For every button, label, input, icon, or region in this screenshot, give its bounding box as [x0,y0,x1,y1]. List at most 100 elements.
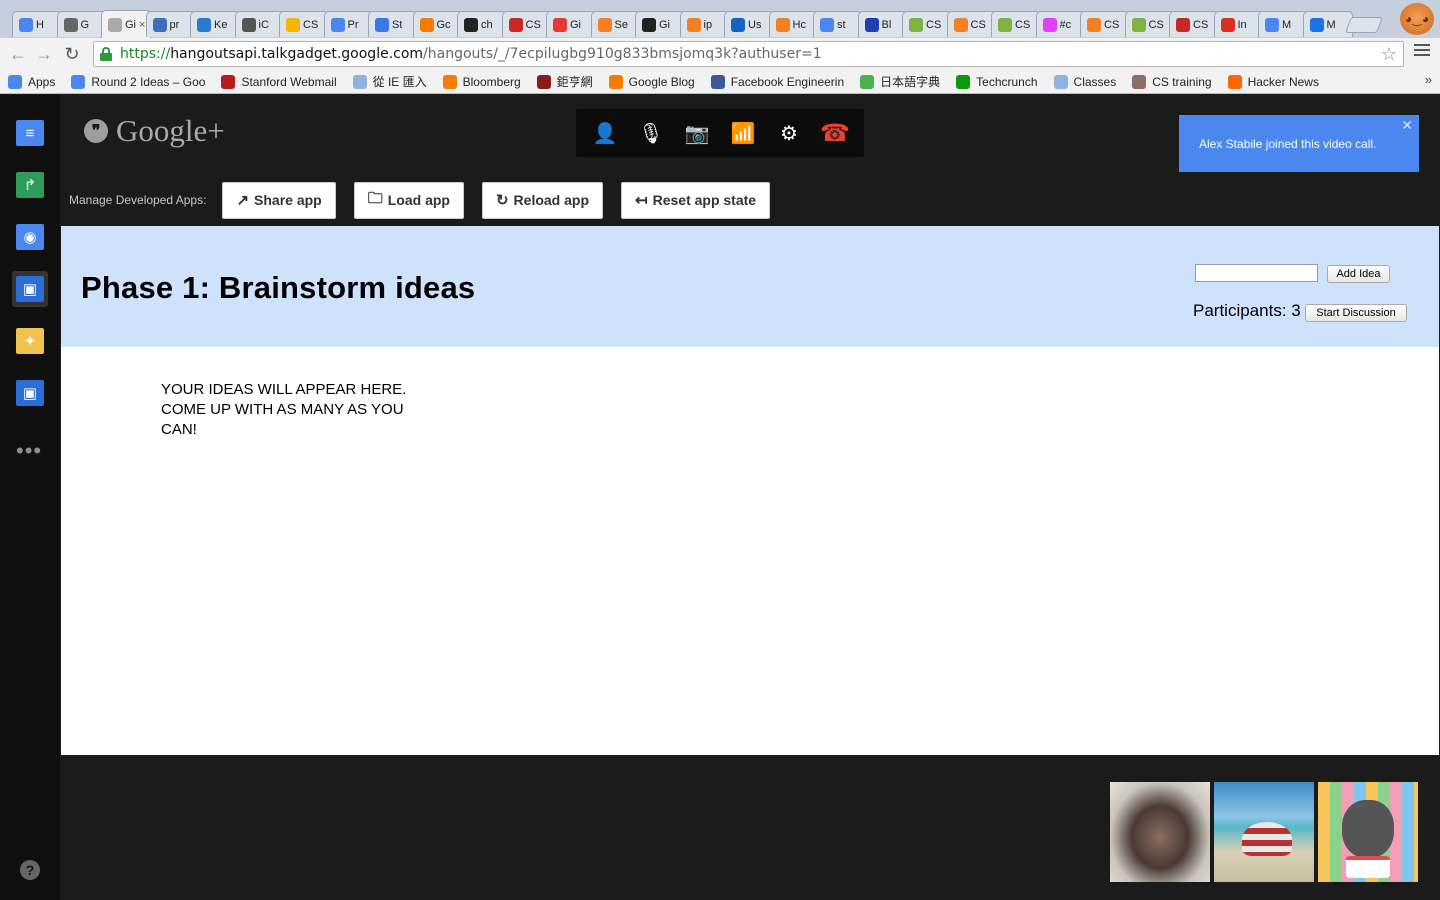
developer-apps-bar: Manage Developed Apps: ↗ Share app 🗀 Load … [69,181,788,219]
tab-favicon-icon [152,17,167,32]
rail-app-button[interactable]: ▣ [12,375,48,411]
browser-tab[interactable]: St [368,11,418,37]
rail-app-button[interactable]: ≡ [12,115,48,151]
bookmark-item[interactable]: Round 2 Ideas – Goo [71,74,205,89]
back-button[interactable]: ← [8,43,28,65]
bookmark-label: 日本語字典 [880,75,941,89]
bookmark-item[interactable]: 鉅亨網 [536,73,593,90]
browser-tab[interactable]: st [813,11,863,37]
tab-favicon-icon [375,17,389,32]
tab-label: CS [1193,18,1209,31]
browser-tab[interactable]: iC [234,11,285,37]
hang-up-icon[interactable]: ☎ [817,115,853,151]
bookmark-label: Google Blog [628,74,695,89]
browser-tab[interactable]: Gi × [101,10,151,38]
new-tab-button[interactable] [1345,17,1383,33]
bandwidth-icon[interactable]: 📶 [725,115,761,151]
browser-tab[interactable]: Gi [546,11,596,37]
participant-video-1[interactable] [1110,782,1210,882]
browser-tab[interactable]: CS [991,11,1041,37]
reset-app-state-button[interactable]: ↤ Reset app state [621,181,771,219]
bookmarks-list: Apps Round 2 Ideas – Goo Stanford Webmail 從… [8,73,1335,90]
rail-app-button[interactable]: ◉ [12,219,48,255]
tab-close-icon[interactable]: × [139,19,145,31]
bookmark-item[interactable]: Hacker News [1227,74,1319,89]
browser-tab[interactable]: pr [145,11,196,37]
bookmark-item[interactable]: Facebook Engineerin [710,74,844,89]
browser-tab[interactable]: Gi [635,11,685,37]
browser-tab[interactable]: CS [1080,11,1130,37]
reload-app-button[interactable]: ↻ Reload app [481,181,604,219]
tab-favicon-icon [998,17,1012,32]
camera-icon: ◉ [16,224,44,250]
invite-people-icon[interactable]: 👤 [587,115,623,151]
browser-tab[interactable]: Hc [768,11,819,37]
bookmarks-overflow-button[interactable]: » [1425,72,1432,87]
tab-favicon-icon [241,17,256,32]
browser-tab[interactable]: Ke [190,11,240,37]
tab-favicon-icon [731,17,745,32]
browser-tab[interactable]: CS [279,11,329,37]
tab-label: pr [169,18,180,31]
profile-avatar[interactable]: ◕‿◕ [1400,3,1434,35]
bookmark-item[interactable]: 從 IE 匯入 [352,73,427,90]
browser-tab[interactable]: M [1302,11,1353,37]
close-icon[interactable]: ✕ [1401,117,1413,134]
camera-off-icon[interactable]: 📷 [679,115,715,151]
tab-favicon-icon [1309,17,1324,32]
load-app-button[interactable]: 🗀 Load app [353,181,464,219]
mute-mic-icon[interactable]: 🎙 [633,115,669,151]
reload-button[interactable]: ↻ [62,43,82,65]
screenshare-icon: ↱ [16,172,44,198]
browser-tab[interactable]: ip [679,11,730,37]
help-icon[interactable]: ? [20,860,40,880]
browser-tab[interactable]: G [56,11,107,37]
browser-tab[interactable]: Pr [323,11,374,37]
bookmark-favicon-icon [860,74,875,89]
browser-tab[interactable]: CS [902,11,952,37]
browser-tab[interactable]: H [12,11,62,37]
add-idea-button[interactable]: Add Idea [1327,265,1390,283]
browser-tab[interactable]: Gc [412,11,463,37]
browser-tab[interactable]: Bl [857,11,908,37]
bookmark-favicon-icon [1227,74,1242,89]
idea-input[interactable] [1195,264,1318,282]
chrome-menu-icon[interactable] [1414,44,1430,59]
bookmark-item[interactable]: Bloomberg [442,74,521,89]
browser-tab[interactable]: In [1213,11,1264,37]
browser-tab[interactable]: Se [590,11,641,37]
participant-video-3[interactable] [1318,782,1418,882]
forward-button[interactable]: → [34,43,54,65]
bookmark-favicon-icon [221,74,236,89]
browser-tab[interactable]: #c [1035,11,1086,37]
rail-app-button[interactable]: ▣ [12,271,48,307]
browser-tab[interactable]: CS [1124,11,1175,37]
rail-app-button[interactable]: ↱ [12,167,48,203]
share-app-button[interactable]: ↗ Share app [222,181,336,219]
browser-tab[interactable]: ch [457,11,507,37]
browser-tab[interactable]: M [1258,11,1308,37]
more-apps-button[interactable]: ••• [16,438,42,464]
bookmark-favicon-icon [536,74,551,89]
bookmark-item[interactable]: 日本語字典 [860,73,940,90]
bookmark-item[interactable]: Classes [1053,74,1116,89]
start-discussion-button[interactable]: Start Discussion [1305,304,1407,322]
bookmark-item[interactable]: Apps [8,74,55,89]
browser-tab[interactable]: CS [501,11,552,37]
tab-label: ip [703,18,713,31]
bookmark-item[interactable]: Google Blog [608,74,695,89]
browser-tab[interactable]: CS [1169,11,1219,37]
tab-favicon-icon [1131,17,1146,32]
bookmark-star-icon[interactable]: ☆ [1381,44,1397,65]
settings-icon[interactable]: ⚙ [771,115,807,151]
bookmark-item[interactable]: CS training [1132,74,1212,89]
bookmark-favicon-icon [352,74,367,89]
address-bar[interactable]: https://hangoutsapi.talkgadget.google.co… [93,41,1404,67]
browser-tab[interactable]: Us [724,11,774,37]
bookmark-item[interactable]: Stanford Webmail [221,74,337,89]
participant-video-2[interactable] [1214,782,1314,882]
bookmark-item[interactable]: Techcrunch [956,74,1038,89]
tab-label: st [837,18,846,31]
rail-app-button[interactable]: ✦ [12,323,48,359]
browser-tab[interactable]: CS [946,11,997,37]
